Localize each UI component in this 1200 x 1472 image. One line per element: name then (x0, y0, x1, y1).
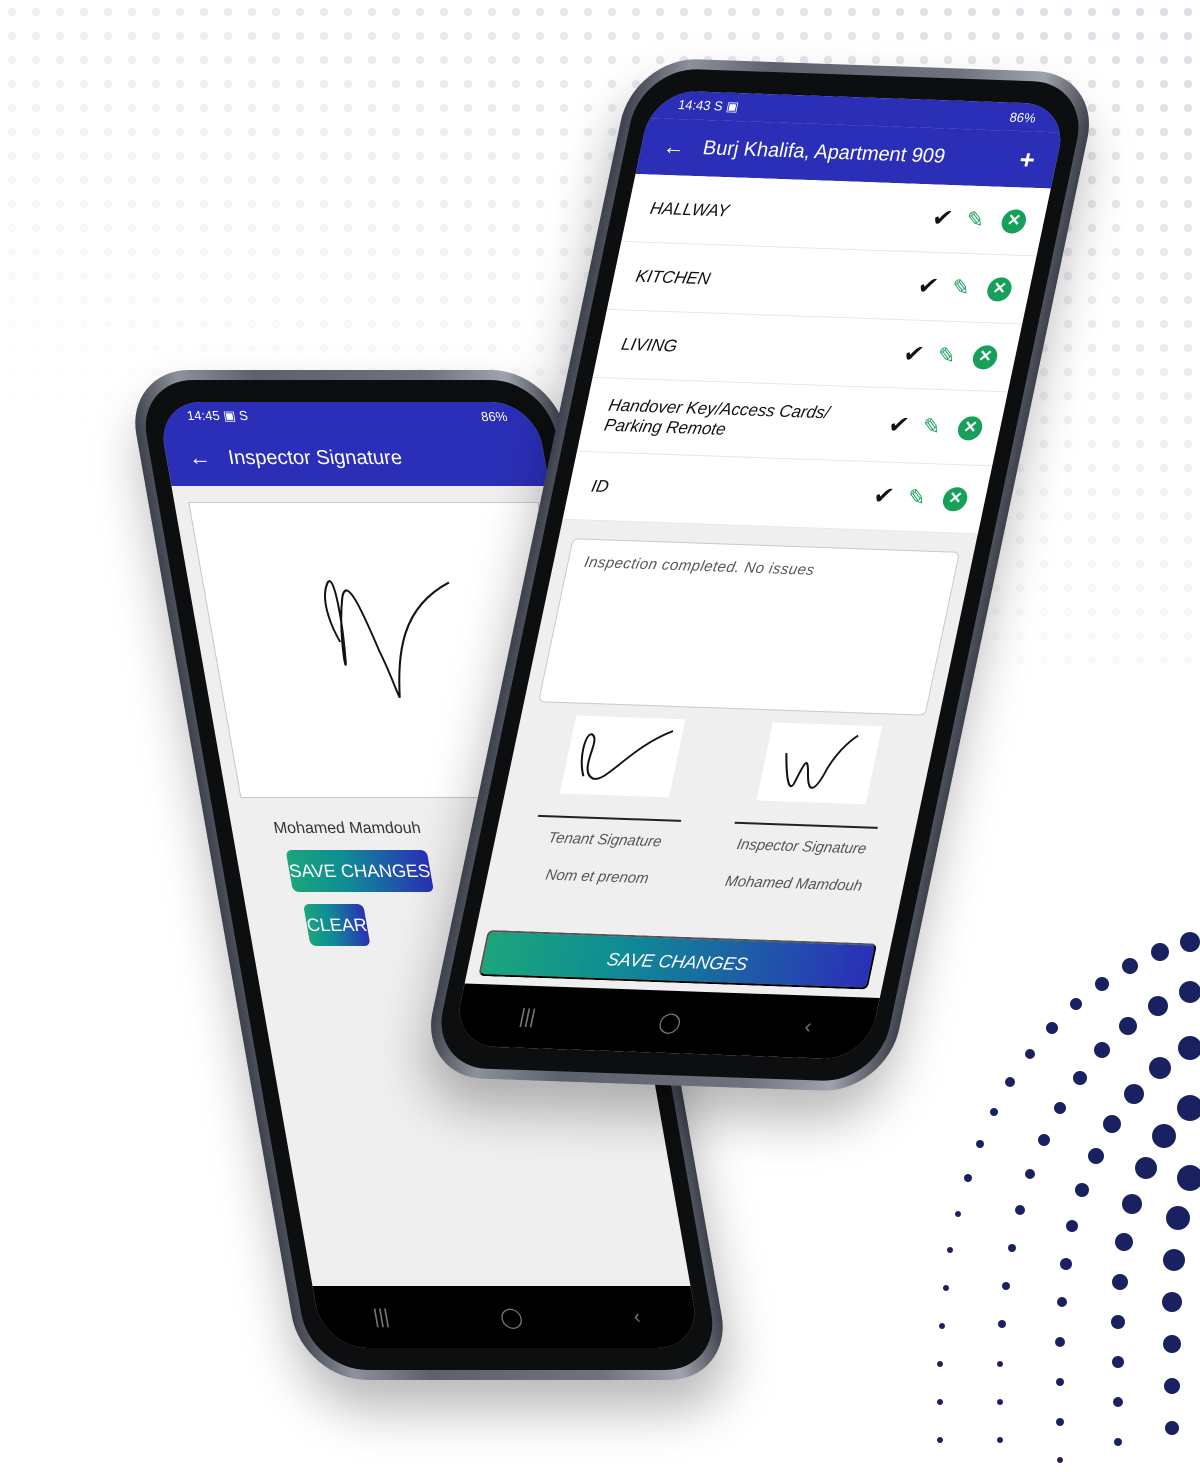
decorative-dot-arcs-bottom (937, 932, 1200, 1463)
clear-button[interactable]: CLEAR (303, 904, 371, 946)
back-arrow-icon[interactable]: ← (186, 445, 231, 471)
recent-apps-icon[interactable]: ||| (517, 1005, 538, 1029)
inspector-signature-image (756, 722, 883, 805)
recent-apps-icon[interactable]: ||| (371, 1306, 391, 1329)
edit-icon[interactable]: ✎ (935, 342, 976, 369)
room-name: Handover Key/Access Cards/ Parking Remot… (602, 395, 832, 439)
nav-back-icon[interactable]: ‹ (802, 1015, 814, 1038)
status-time: 14:43 (676, 96, 713, 114)
room-name: HALLWAY (648, 198, 732, 220)
room-list: HALLWAY ✔ ✎ ✕ KITCHEN ✔ ✎ ✕ LIVING ✔ ✎ ✕ (562, 173, 1051, 535)
page-title: Burj Khalifa, Apartment 909 (700, 136, 948, 168)
delete-icon[interactable]: ✕ (985, 276, 1014, 302)
signature-line (734, 821, 878, 829)
delete-icon[interactable]: ✕ (970, 344, 1000, 370)
page-title: Inspector Signature (226, 446, 404, 469)
signatures-row: Tenant Signature Nom et prenom Inspector… (486, 702, 939, 896)
home-icon[interactable]: ◯ (498, 1305, 525, 1330)
status-time: 14:45 (185, 408, 221, 423)
tenant-signature-block[interactable]: Tenant Signature Nom et prenom (506, 714, 720, 888)
app-bar: ← Inspector Signature (161, 430, 550, 486)
nav-bar: ||| ◯ ‹ (451, 983, 880, 1061)
status-icons: S ▣ (712, 98, 741, 115)
battery-level: 86% (1008, 109, 1038, 126)
status-bar: 14:45 ▣ S 86% (156, 402, 540, 430)
room-name: KITCHEN (634, 266, 713, 288)
room-name: LIVING (619, 334, 680, 356)
nav-back-icon[interactable]: ‹ (632, 1306, 643, 1329)
edit-icon[interactable]: ✎ (920, 413, 961, 440)
signature-line (537, 814, 682, 822)
edit-icon[interactable]: ✎ (949, 274, 990, 301)
tenant-signature-image (559, 715, 686, 798)
edit-icon[interactable]: ✎ (963, 206, 1004, 233)
tenant-signature-label: Tenant Signature (546, 829, 664, 851)
status-icons: ▣ S (221, 408, 250, 423)
inspector-name: Mohamed Mamdouh (723, 872, 864, 895)
room-name: ID (589, 476, 611, 496)
home-icon[interactable]: ◯ (656, 1009, 684, 1035)
inspector-signature-label: Inspector Signature (735, 836, 869, 858)
back-arrow-icon[interactable]: ← (661, 134, 706, 161)
save-changes-button[interactable]: SAVE CHANGES (285, 850, 434, 892)
tenant-name: Nom et prenom (544, 866, 651, 888)
delete-icon[interactable]: ✕ (999, 208, 1029, 234)
edit-icon[interactable]: ✎ (905, 484, 946, 511)
battery-level: 86% (479, 408, 509, 424)
nav-bar: ||| ◯ ‹ (312, 1286, 702, 1348)
save-changes-button[interactable]: SAVE CHANGES (478, 929, 878, 990)
inspector-signature-block[interactable]: Inspector Signature Mohamed Mamdouh (703, 721, 917, 895)
delete-icon[interactable]: ✕ (955, 415, 985, 441)
room-item-id[interactable]: ID ✔ ✎ ✕ (562, 451, 993, 535)
delete-icon[interactable]: ✕ (940, 486, 970, 512)
notes-textarea[interactable]: Inspection completed. No issues (538, 538, 961, 716)
